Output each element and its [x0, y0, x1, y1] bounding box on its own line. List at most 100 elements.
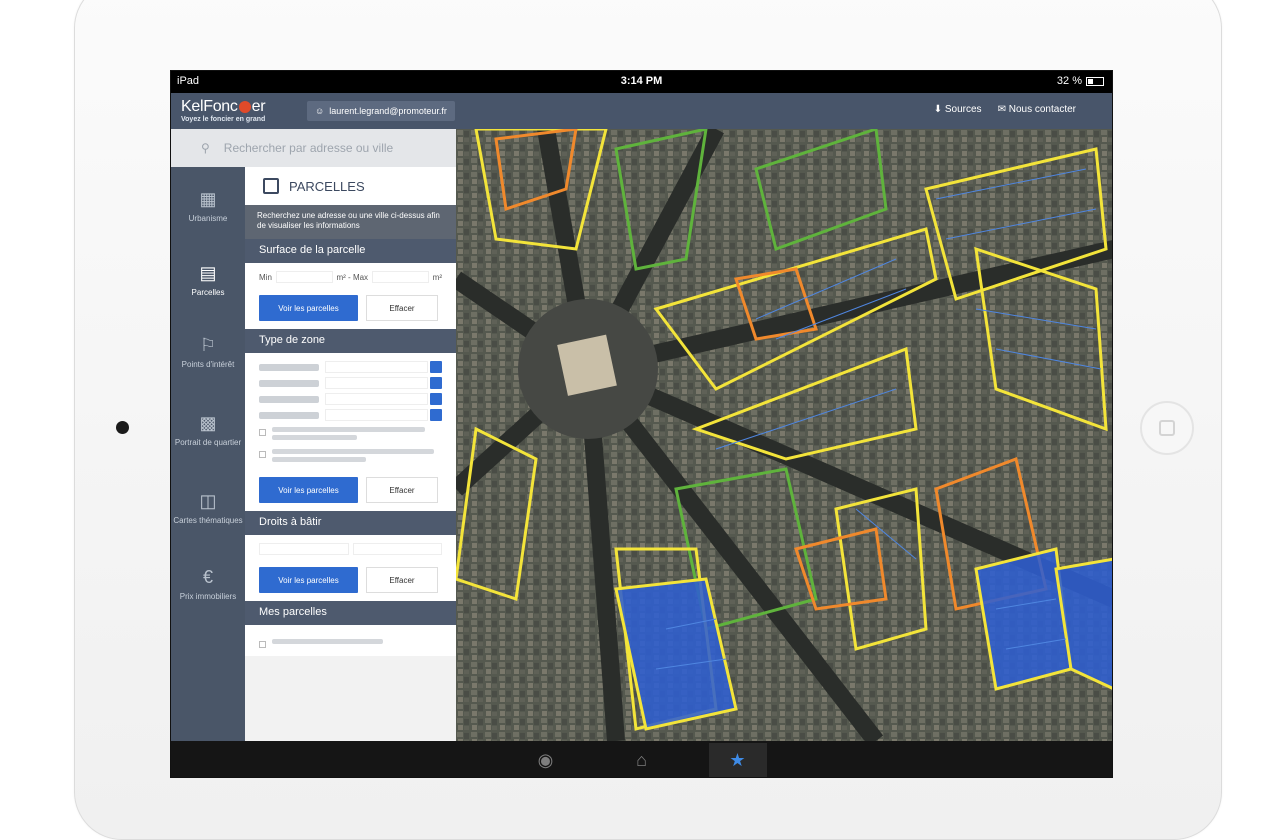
flag-icon: ⚐: [199, 335, 217, 355]
map-icon: ◫: [199, 491, 217, 511]
checkbox[interactable]: [259, 429, 266, 436]
chart-icon: ▩: [199, 413, 217, 433]
logo-name: KelFonc er: [181, 98, 266, 116]
section-zone: Voir les parcelles Effacer: [245, 353, 456, 511]
clear-button[interactable]: Effacer: [366, 477, 438, 503]
contact-link[interactable]: ✉ Nous contacter: [998, 104, 1076, 115]
sidebar-item-urbanisme[interactable]: ▦ Urbanisme: [171, 189, 245, 223]
home-button[interactable]: [1140, 401, 1194, 455]
home-icon: ⌂: [636, 749, 647, 770]
droits-min-input[interactable]: [259, 543, 349, 555]
download-icon: ⬇: [933, 104, 943, 115]
home-square-icon: [1159, 420, 1175, 436]
parcel-icon: ▤: [199, 263, 217, 283]
sidebar-label: Urbanisme: [188, 214, 228, 223]
euro-icon: €: [202, 567, 213, 587]
header-links: ⬇ Sources ✉ Nous contacter: [934, 104, 1076, 115]
sidebar-item-parcelles[interactable]: ▤ Parcelles: [171, 263, 245, 297]
logo-pin-icon: [238, 100, 251, 113]
logo: KelFonc er Voyez le foncier en grand: [181, 98, 266, 123]
section-zone-title: Type de zone: [245, 329, 456, 353]
user-account-chip[interactable]: ☺ laurent.legrand@promoteur.fr: [307, 101, 455, 121]
min-input[interactable]: [275, 271, 333, 283]
section-mes-parcelles: [245, 625, 456, 656]
saved-parcel-item[interactable]: [259, 639, 442, 648]
mail-icon: ✉: [997, 104, 1006, 115]
bottom-tab-bar: ◉ ⌂ ★: [171, 741, 1112, 777]
tab-favorites[interactable]: ★: [708, 743, 767, 777]
building-icon: ▦: [199, 189, 217, 209]
sidebar-label: Portrait de quartier: [174, 438, 242, 447]
sidebar-item-portrait-quartier[interactable]: ▩ Portrait de quartier: [171, 413, 245, 447]
tab-home[interactable]: ⌂: [613, 743, 671, 777]
battery-icon: [1086, 76, 1104, 86]
star-icon: ★: [729, 749, 746, 770]
status-time: 3:14 PM: [620, 75, 663, 87]
sidebar-item-points-interet[interactable]: ⚐ Points d'intérêt: [171, 335, 245, 369]
select-field[interactable]: [325, 393, 428, 405]
section-droits-title: Droits à bâtir: [245, 511, 456, 535]
camera-icon: ◉: [537, 749, 554, 770]
surface-actions: Voir les parcelles Effacer: [259, 295, 442, 321]
zone-select[interactable]: [259, 393, 442, 405]
checkbox[interactable]: [259, 451, 266, 458]
sidebar-label: Points d'intérêt: [181, 360, 235, 369]
select-field[interactable]: [325, 361, 428, 373]
select-field[interactable]: [325, 409, 428, 421]
arc-de-triomphe: [557, 334, 617, 396]
parcel-icon: [263, 178, 279, 194]
sidebar-label: Prix immobiliers: [179, 592, 237, 601]
zone-checkbox[interactable]: [259, 427, 442, 443]
select-caret-icon[interactable]: [430, 393, 442, 405]
section-droits: Voir les parcelles Effacer: [245, 535, 456, 601]
app-header: KelFonc er Voyez le foncier en grand ☺ la…: [171, 93, 1112, 129]
sidebar-label: Cartes thématiques: [173, 516, 243, 525]
sidebar-item-cartes-thematiques[interactable]: ◫ Cartes thématiques: [171, 491, 245, 525]
droits-max-input[interactable]: [352, 543, 442, 555]
select-field[interactable]: [325, 377, 428, 389]
clear-button[interactable]: Effacer: [366, 295, 438, 321]
droits-range: [259, 543, 442, 555]
section-surface-title: Surface de la parcelle: [245, 239, 456, 263]
view-parcels-button[interactable]: Voir les parcelles: [259, 295, 358, 321]
section-surface: Min m² - Max m² Voir les parcelles Effac…: [245, 263, 456, 329]
map-view[interactable]: [456, 129, 1113, 741]
blurred-text: [272, 427, 442, 443]
user-icon: ☺: [315, 106, 325, 116]
view-parcels-button[interactable]: Voir les parcelles: [259, 567, 358, 593]
select-caret-icon[interactable]: [430, 409, 442, 421]
search-bar[interactable]: ⚲ Rechercher par adresse ou ville: [171, 129, 456, 167]
view-parcels-button[interactable]: Voir les parcelles: [259, 477, 358, 503]
camera-dot: [116, 421, 129, 434]
user-email: laurent.legrand@promoteur.fr: [329, 106, 447, 116]
zone-select[interactable]: [259, 361, 442, 373]
panel-title: PARCELLES: [289, 178, 365, 194]
blurred-label: [259, 411, 319, 419]
search-icon: ⚲: [201, 141, 210, 155]
max-input[interactable]: [372, 271, 429, 283]
panel-header: PARCELLES: [245, 167, 456, 205]
select-caret-icon[interactable]: [430, 377, 442, 389]
ipad-screen: iPad 3:14 PM 32 % KelFonc er Voyez le fon…: [170, 70, 1113, 778]
max-label: m² - Max: [336, 272, 369, 282]
tab-camera[interactable]: ◉: [517, 743, 575, 777]
select-caret-icon[interactable]: [430, 361, 442, 373]
checkbox[interactable]: [259, 641, 266, 648]
zone-actions: Voir les parcelles Effacer: [259, 477, 442, 503]
search-input[interactable]: Rechercher par adresse ou ville: [224, 141, 393, 155]
zone-checkbox[interactable]: [259, 449, 442, 465]
surface-range: Min m² - Max m²: [259, 271, 442, 283]
contact-label: Nous contacter: [1008, 104, 1076, 115]
panel-info: Recherchez une adresse ou une ville ci-d…: [245, 205, 456, 239]
sources-label: Sources: [944, 104, 982, 115]
sidebar-item-prix-immobiliers[interactable]: € Prix immobiliers: [171, 567, 245, 601]
sources-link[interactable]: ⬇ Sources: [934, 104, 982, 115]
clear-button[interactable]: Effacer: [366, 567, 438, 593]
aerial-map[interactable]: [456, 129, 1113, 741]
zone-select[interactable]: [259, 377, 442, 389]
min-label: Min: [259, 272, 272, 282]
blurred-text: [272, 449, 442, 465]
parcels-panel: PARCELLES Recherchez une adresse ou une …: [245, 167, 456, 741]
status-bar: iPad 3:14 PM 32 %: [171, 71, 1112, 93]
zone-select[interactable]: [259, 409, 442, 421]
